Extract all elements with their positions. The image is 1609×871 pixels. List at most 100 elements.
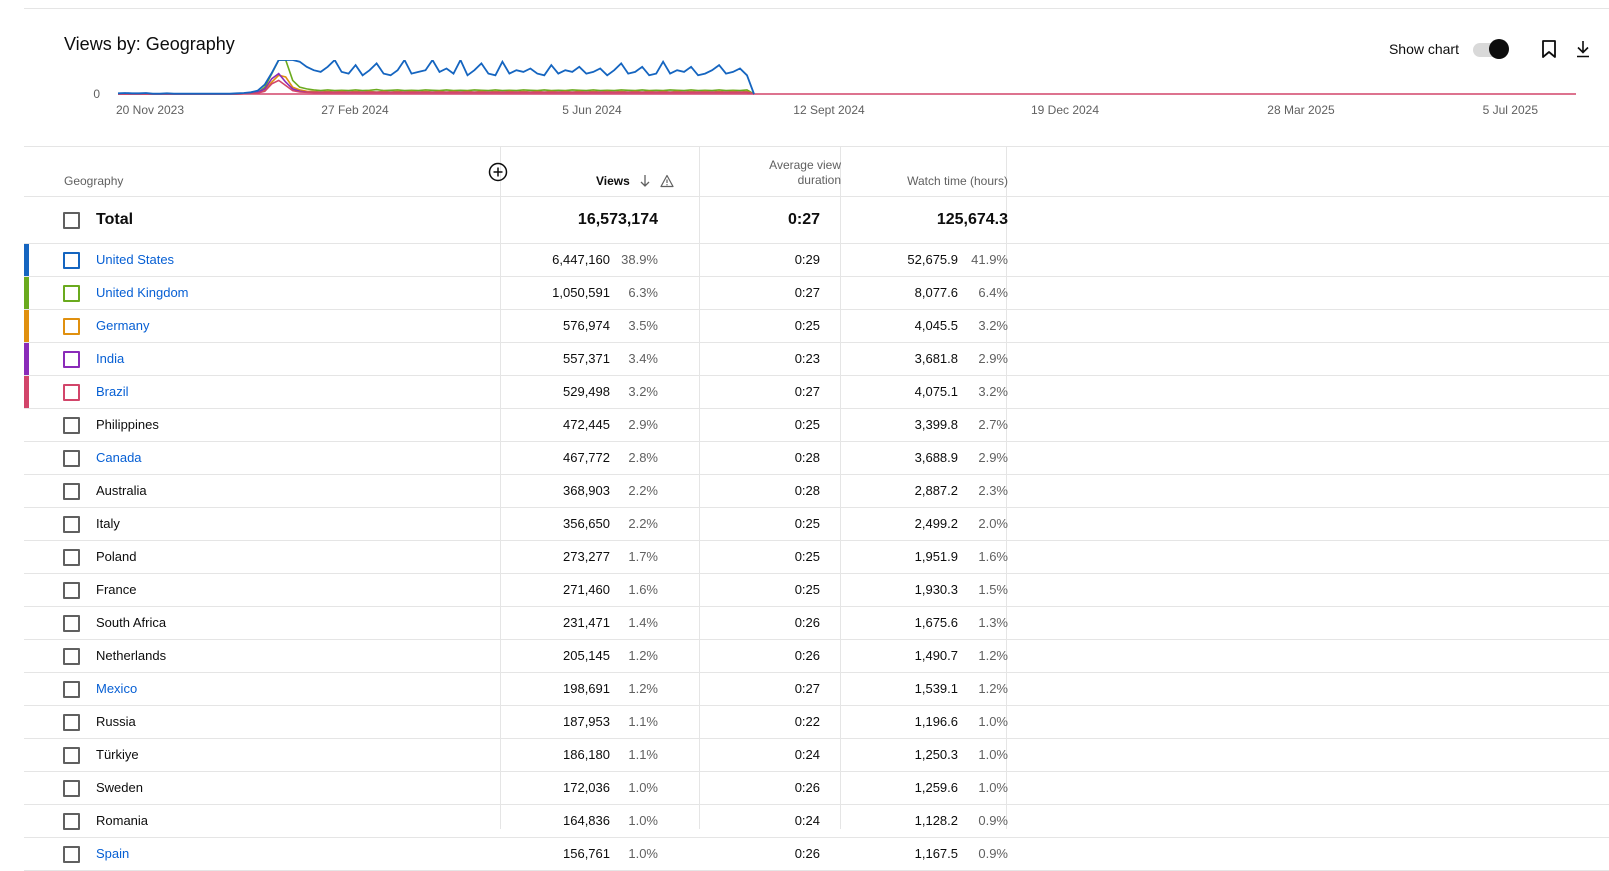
watch-time-percent: 6.4%	[978, 285, 1008, 300]
watch-time-percent: 1.5%	[978, 582, 1008, 597]
views-value: 172,036	[563, 780, 610, 795]
warning-icon[interactable]	[660, 174, 674, 188]
country-name[interactable]: United States	[96, 252, 174, 267]
header-avg-view-duration[interactable]: Average view duration	[701, 158, 841, 188]
avg-duration-value: 0:27	[794, 681, 820, 696]
views-percent: 1.6%	[628, 582, 658, 597]
watch-time-percent: 0.9%	[978, 846, 1008, 861]
country-name[interactable]: Canada	[96, 450, 142, 465]
table-row: Sweden 172,036 1.0% 0:26 1,259.6 1.0%	[24, 772, 1609, 805]
header-views[interactable]: Views	[596, 174, 630, 188]
watch-time-value: 1,951.9	[914, 549, 958, 564]
y-tick-label: 0	[93, 87, 100, 101]
add-column-button[interactable]	[488, 162, 508, 182]
table-row: United States 6,447,160 38.9% 0:29 52,675.9 4…	[24, 244, 1609, 277]
table-row: Russia 187,953 1.1% 0:22 1,196.6 1.0%	[24, 706, 1609, 739]
x-tick-label: 28 Mar 2025	[1267, 103, 1335, 117]
country-name[interactable]: Mexico	[96, 681, 137, 696]
watch-time-percent: 1.0%	[978, 714, 1008, 729]
country-name[interactable]: India	[96, 351, 124, 366]
avg-duration-value: 0:24	[794, 813, 820, 828]
series-line	[118, 74, 755, 95]
country-name[interactable]: Germany	[96, 318, 149, 333]
row-checkbox[interactable]	[63, 252, 80, 269]
watch-time-percent: 1.0%	[978, 780, 1008, 795]
table-row: Australia 368,903 2.2% 0:28 2,887.2 2.3%	[24, 475, 1609, 508]
avg-duration-value: 0:22	[794, 714, 820, 729]
row-checkbox[interactable]	[63, 549, 80, 566]
avg-duration-value: 0:26	[794, 846, 820, 861]
series-group	[117, 60, 755, 95]
country-name[interactable]: Brazil	[96, 384, 129, 399]
top-divider	[24, 8, 1609, 9]
watch-time-value: 1,167.5	[914, 846, 958, 861]
total-avg-duration: 0:27	[787, 211, 820, 228]
table-row: Italy 356,650 2.2% 0:25 2,499.2 2.0%	[24, 508, 1609, 541]
watch-time-percent: 2.7%	[978, 417, 1008, 432]
country-name[interactable]: United Kingdom	[96, 285, 189, 300]
row-checkbox[interactable]	[63, 615, 80, 632]
views-percent: 2.2%	[628, 516, 658, 531]
row-checkbox[interactable]	[63, 285, 80, 302]
watch-time-value: 4,075.1	[914, 384, 958, 399]
row-checkbox[interactable]	[63, 450, 80, 467]
row-checkbox[interactable]	[63, 747, 80, 764]
views-value: 205,145	[563, 648, 610, 663]
bookmark-button[interactable]	[1537, 37, 1561, 61]
watch-time-value: 3,681.8	[914, 351, 958, 366]
total-checkbox[interactable]	[63, 212, 80, 229]
country-name[interactable]: Spain	[96, 846, 129, 861]
row-checkbox[interactable]	[63, 384, 80, 401]
views-percent: 1.2%	[628, 681, 658, 696]
series-color-bar	[24, 310, 29, 342]
watch-time-value: 3,688.9	[914, 450, 958, 465]
header-watch-time[interactable]: Watch time (hours)	[844, 174, 1008, 188]
series-color-bar	[24, 277, 29, 309]
row-checkbox[interactable]	[63, 714, 80, 731]
x-tick-label: 27 Feb 2024	[321, 103, 389, 117]
views-value: 467,772	[563, 450, 610, 465]
add-column-icon	[488, 162, 508, 182]
row-checkbox[interactable]	[63, 582, 80, 599]
views-value: 529,498	[563, 384, 610, 399]
show-chart-toggle[interactable]	[1473, 39, 1509, 59]
row-checkbox[interactable]	[63, 780, 80, 797]
views-value: 187,953	[563, 714, 610, 729]
watch-time-percent: 2.9%	[978, 351, 1008, 366]
avg-duration-value: 0:25	[794, 516, 820, 531]
x-tick-label: 5 Jul 2025	[1483, 103, 1539, 117]
table-row: South Africa 231,471 1.4% 0:26 1,675.6 1.3%	[24, 607, 1609, 640]
views-percent: 2.9%	[628, 417, 658, 432]
row-checkbox[interactable]	[63, 417, 80, 434]
avg-duration-value: 0:25	[794, 417, 820, 432]
watch-time-percent: 1.2%	[978, 681, 1008, 696]
row-checkbox[interactable]	[63, 483, 80, 500]
row-checkbox[interactable]	[63, 648, 80, 665]
views-percent: 6.3%	[628, 285, 658, 300]
watch-time-value: 8,077.6	[914, 285, 958, 300]
watch-time-percent: 3.2%	[978, 318, 1008, 333]
download-button[interactable]	[1571, 37, 1595, 61]
row-checkbox[interactable]	[63, 351, 80, 368]
views-percent: 3.2%	[628, 384, 658, 399]
table-row: Poland 273,277 1.7% 0:25 1,951.9 1.6%	[24, 541, 1609, 574]
views-value: 576,974	[563, 318, 610, 333]
series-color-bar	[24, 244, 29, 276]
row-checkbox[interactable]	[63, 516, 80, 533]
header-geography: Geography	[64, 174, 124, 188]
sort-down-icon[interactable]	[638, 174, 652, 188]
x-tick-label: 20 Nov 2023	[116, 103, 184, 117]
watch-time-value: 4,045.5	[914, 318, 958, 333]
row-checkbox[interactable]	[63, 846, 80, 863]
avg-duration-value: 0:25	[794, 549, 820, 564]
table-row: India 557,371 3.4% 0:23 3,681.8 2.9%	[24, 343, 1609, 376]
row-checkbox[interactable]	[63, 318, 80, 335]
watch-time-percent: 3.2%	[978, 384, 1008, 399]
row-checkbox[interactable]	[63, 813, 80, 830]
row-checkbox[interactable]	[63, 681, 80, 698]
watch-time-percent: 2.3%	[978, 483, 1008, 498]
country-name: Russia	[96, 714, 136, 729]
views-value: 231,471	[563, 615, 610, 630]
views-percent: 1.2%	[628, 648, 658, 663]
table-row: Brazil 529,498 3.2% 0:27 4,075.1 3.2%	[24, 376, 1609, 409]
